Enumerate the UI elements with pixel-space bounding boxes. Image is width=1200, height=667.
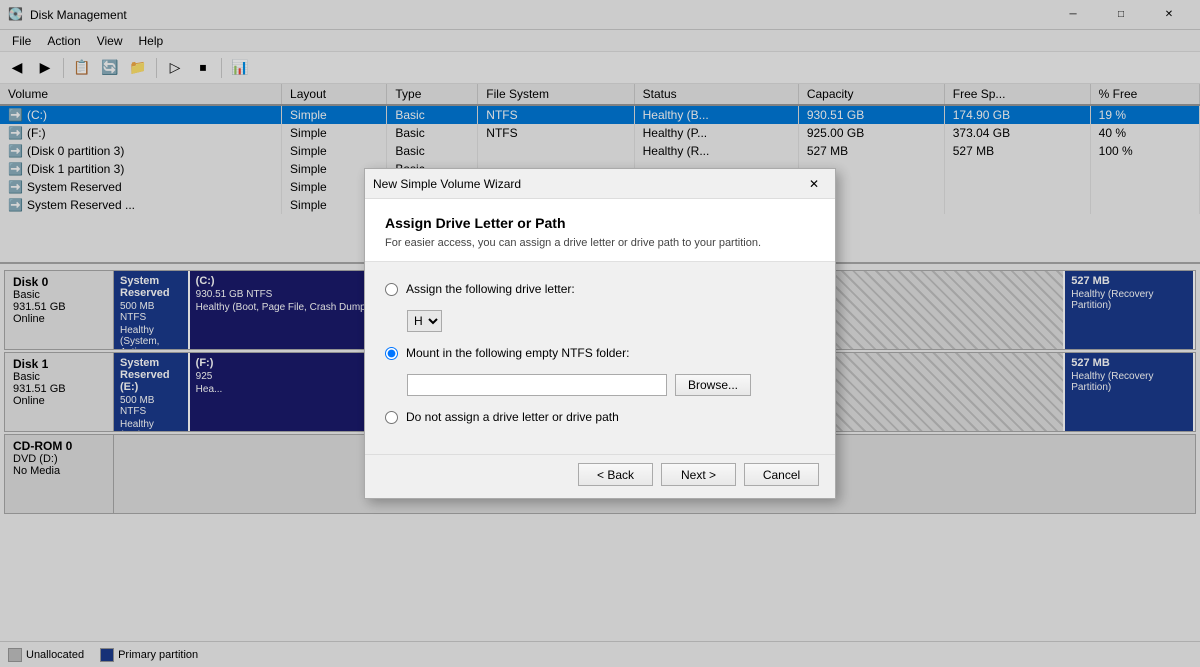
radio-mount-folder[interactable] <box>385 347 398 360</box>
option-no-letter: Do not assign a drive letter or drive pa… <box>385 410 815 424</box>
dialog-header: Assign Drive Letter or Path For easier a… <box>365 199 835 262</box>
dialog-title-bar: New Simple Volume Wizard ✕ <box>365 169 835 199</box>
new-volume-wizard-dialog: New Simple Volume Wizard ✕ Assign Drive … <box>364 168 836 499</box>
folder-path-input[interactable] <box>407 374 667 396</box>
drive-letter-row: H <box>407 310 815 332</box>
dialog-overlay: New Simple Volume Wizard ✕ Assign Drive … <box>0 0 1200 667</box>
radio-assign-letter[interactable] <box>385 283 398 296</box>
option-mount-folder: Mount in the following empty NTFS folder… <box>385 346 815 360</box>
option-assign-letter: Assign the following drive letter: <box>385 282 815 296</box>
cancel-button[interactable]: Cancel <box>744 463 819 486</box>
label-assign-letter[interactable]: Assign the following drive letter: <box>406 282 575 296</box>
dialog-title-text: New Simple Volume Wizard <box>373 177 801 191</box>
label-mount-folder[interactable]: Mount in the following empty NTFS folder… <box>406 346 629 360</box>
folder-row: Browse... <box>407 374 815 396</box>
dialog-close-button[interactable]: ✕ <box>801 173 827 195</box>
drive-letter-select[interactable]: H <box>407 310 442 332</box>
browse-button[interactable]: Browse... <box>675 374 751 396</box>
dialog-body: Assign the following drive letter: H Mou… <box>365 262 835 454</box>
radio-no-letter[interactable] <box>385 411 398 424</box>
dialog-header-title: Assign Drive Letter or Path <box>385 215 815 231</box>
label-no-letter[interactable]: Do not assign a drive letter or drive pa… <box>406 410 619 424</box>
dialog-footer: < Back Next > Cancel <box>365 454 835 498</box>
dialog-header-desc: For easier access, you can assign a driv… <box>385 237 815 249</box>
back-button[interactable]: < Back <box>578 463 653 486</box>
next-button[interactable]: Next > <box>661 463 736 486</box>
